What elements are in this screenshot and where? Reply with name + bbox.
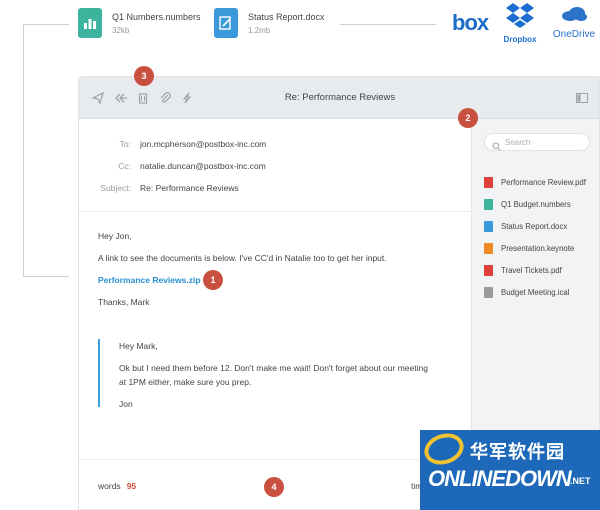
top-file-name: Q1 Numbers.numbers xyxy=(112,11,201,22)
sidebar-file-name: Presentation.keynote xyxy=(501,244,575,253)
docx-file-icon xyxy=(214,8,238,38)
dropbox-label: Dropbox xyxy=(503,35,537,44)
subject-label: Subject: xyxy=(100,183,131,193)
subject-value[interactable]: Re: Performance Reviews xyxy=(140,183,239,193)
body-signoff: Thanks, Mark xyxy=(98,297,150,307)
watermark-ring xyxy=(420,430,468,470)
dropbox-icon xyxy=(506,3,534,28)
body-greeting: Hey Jon, xyxy=(98,231,132,241)
cc-address[interactable]: natalie.duncan@postbox-inc.com xyxy=(140,161,266,171)
quote-line-2: at 1PM either, make sure you prep. xyxy=(119,377,252,387)
callout-badge-4: 4 xyxy=(264,477,284,497)
footer-divider xyxy=(79,459,471,460)
connector-line xyxy=(23,24,69,277)
ical-file-icon xyxy=(484,287,493,298)
top-file-size: 1.2mb xyxy=(248,25,271,35)
sidebar-file-presentation[interactable]: Presentation.keynote xyxy=(484,243,574,254)
quote-line-1: Ok but I need them before 12. Don't make… xyxy=(119,363,428,373)
quoted-reply: Hey Mark, Ok but I need them before 12. … xyxy=(98,339,458,409)
sidebar-file-name: Q1 Budget.numbers xyxy=(501,200,571,209)
attachment-link[interactable]: Performance Reviews.zip xyxy=(98,275,201,285)
numbers-file-icon xyxy=(78,8,102,38)
search-input[interactable]: Search xyxy=(484,133,590,151)
message-pane: To: jon.mcpherson@postbox-inc.com Cc: na… xyxy=(79,119,471,509)
header-divider xyxy=(79,211,471,212)
words-label: words xyxy=(98,481,121,491)
onedrive-label: OneDrive xyxy=(552,29,596,40)
pdf-file-icon xyxy=(484,265,493,276)
top-file-size: 32kb xyxy=(112,25,130,35)
sidebar-file-status-report[interactable]: Status Report.docx xyxy=(484,221,567,232)
dropbox-logo: Dropbox xyxy=(500,2,540,44)
words-count: 95 xyxy=(126,481,137,491)
callout-badge-2: 2 xyxy=(458,108,478,128)
search-icon xyxy=(492,138,501,156)
top-file-q1-numbers[interactable]: Q1 Numbers.numbers 32kb xyxy=(78,8,201,38)
numbers-file-icon xyxy=(484,199,493,210)
onlinedown-watermark: 华军软件园 ONLINEDOWN .NET xyxy=(420,430,600,510)
sidebar-file-name: Travel Tickets.pdf xyxy=(501,266,562,275)
to-label: To: xyxy=(119,139,131,149)
sidebar-file-name: Performance Review.pdf xyxy=(501,178,586,187)
search-placeholder: Search xyxy=(505,138,531,147)
toolbar: Re: Performance Reviews xyxy=(79,77,599,119)
top-file-status-report[interactable]: Status Report.docx 1.2mb xyxy=(214,8,325,38)
keynote-file-icon xyxy=(484,243,493,254)
sidebar-file-performance-review[interactable]: Performance Review.pdf xyxy=(484,177,586,188)
sidebar-file-budget-meeting[interactable]: Budget Meeting.ical xyxy=(484,287,569,298)
box-logo: box xyxy=(452,10,489,35)
sidebar-file-travel-tickets[interactable]: Travel Tickets.pdf xyxy=(484,265,562,276)
sidebar-toggle-icon[interactable] xyxy=(575,91,589,105)
to-address[interactable]: jon.mcpherson@postbox-inc.com xyxy=(140,139,266,149)
cloud-brands: box Dropbox OneDrive xyxy=(440,0,600,48)
cc-label: Cc: xyxy=(118,161,131,171)
watermark-cn-text: 华军软件园 xyxy=(470,442,565,462)
quote-sign: Jon xyxy=(119,399,133,409)
callout-badge-1: 1 xyxy=(203,270,223,290)
sidebar-file-name: Status Report.docx xyxy=(501,222,568,231)
watermark-net-text: .NET xyxy=(570,476,591,486)
word-count: words 95 xyxy=(98,481,136,491)
callout-badge-3: 3 xyxy=(134,66,154,86)
onedrive-logo: OneDrive xyxy=(548,6,600,40)
watermark-en-text: ONLINEDOWN xyxy=(428,466,572,491)
pdf-file-icon xyxy=(484,177,493,188)
connector-line xyxy=(340,24,436,25)
sidebar-file-name: Budget Meeting.ical xyxy=(501,288,570,297)
sidebar-file-q1-budget[interactable]: Q1 Budget.numbers xyxy=(484,199,571,210)
window-title: Re: Performance Reviews xyxy=(284,92,396,103)
quote-greeting: Hey Mark, xyxy=(119,341,158,351)
docx-file-icon xyxy=(484,221,493,232)
body-line-1: A link to see the documents is below. I'… xyxy=(98,253,387,263)
top-file-name: Status Report.docx xyxy=(248,11,325,22)
cloud-icon xyxy=(562,7,587,21)
